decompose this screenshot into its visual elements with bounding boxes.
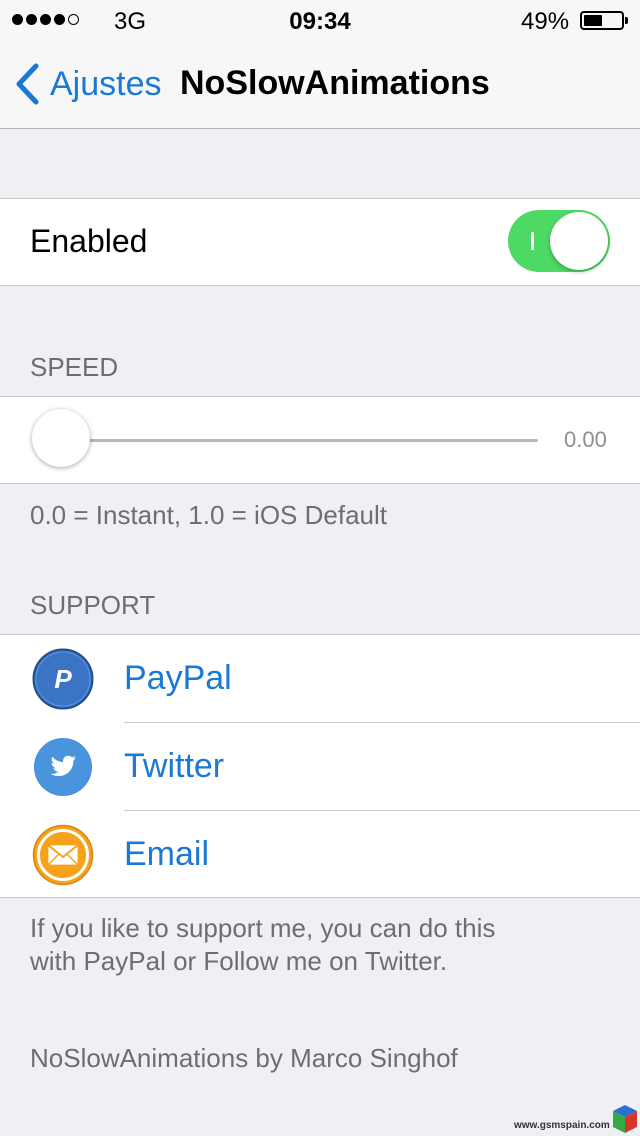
toggle-on-indicator xyxy=(531,232,534,250)
support-footer: If you like to support me, you can do th… xyxy=(30,912,495,978)
watermark: www.gsmspain.com xyxy=(514,1104,638,1134)
support-footer-line: If you like to support me, you can do th… xyxy=(30,913,496,943)
back-button[interactable]: Ajustes xyxy=(14,60,162,108)
back-button-label: Ajustes xyxy=(50,64,162,103)
battery-percent: 49% xyxy=(521,8,570,35)
enabled-cell: Enabled xyxy=(0,198,640,286)
email-icon xyxy=(32,824,94,886)
cube-logo-icon xyxy=(613,1105,637,1133)
watermark-text: www.gsmspain.com xyxy=(514,1120,610,1131)
battery-nub xyxy=(625,17,628,24)
speed-value: 0.00 xyxy=(564,427,607,452)
svg-text:P: P xyxy=(54,664,72,694)
speed-footer: 0.0 = Instant, 1.0 = iOS Default xyxy=(30,500,387,530)
page-title: NoSlowAnimations xyxy=(180,64,490,102)
enabled-label: Enabled xyxy=(30,223,148,259)
support-item-label: PayPal xyxy=(124,659,232,697)
twitter-icon xyxy=(33,737,93,797)
support-item-twitter[interactable]: Twitter xyxy=(0,723,640,810)
navigation-bar: Ajustes NoSlowAnimations xyxy=(0,40,640,129)
chevron-left-icon xyxy=(16,63,39,105)
credit-text: NoSlowAnimations by Marco Singhof xyxy=(30,1043,458,1073)
support-item-label: Email xyxy=(124,835,210,873)
speed-slider-thumb[interactable] xyxy=(32,409,90,467)
status-bar: 3G 09:34 49% xyxy=(0,0,640,40)
battery-icon xyxy=(580,11,628,30)
support-footer-line: with PayPal or Follow me on Twitter. xyxy=(30,946,448,976)
support-list: P PayPal Twitter Email xyxy=(0,634,640,898)
support-item-paypal[interactable]: P PayPal xyxy=(0,635,640,722)
enabled-toggle[interactable] xyxy=(508,210,610,272)
paypal-icon: P xyxy=(32,648,94,710)
support-item-email[interactable]: Email xyxy=(0,811,640,898)
support-section-header: SUPPORT xyxy=(30,590,156,620)
speed-slider-track[interactable] xyxy=(60,439,538,442)
toggle-knob xyxy=(550,212,608,270)
battery-fill xyxy=(584,15,602,26)
speed-cell: 0.00 xyxy=(0,396,640,484)
speed-section-header: SPEED xyxy=(30,352,119,382)
support-item-label: Twitter xyxy=(124,747,225,785)
